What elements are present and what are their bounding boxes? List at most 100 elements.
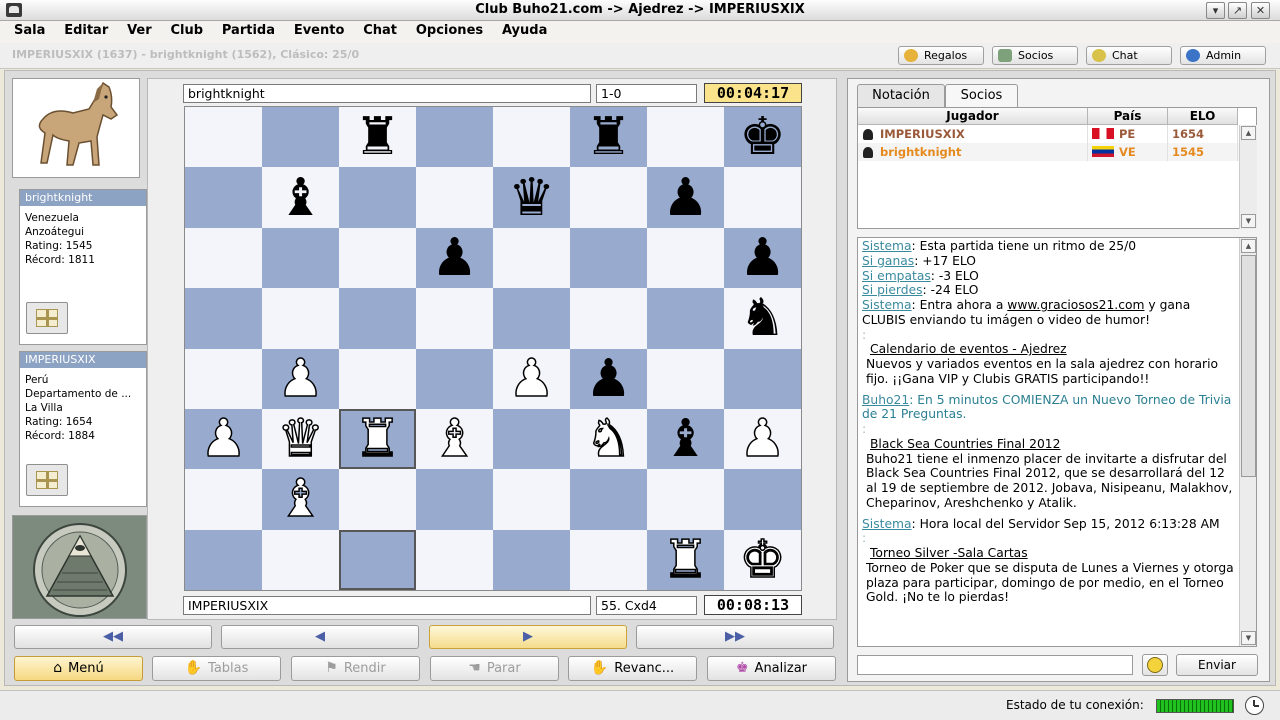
black-rook-icon[interactable]: ♜	[585, 111, 632, 163]
send-button[interactable]: Enviar	[1176, 654, 1258, 676]
board-square[interactable]	[185, 227, 262, 289]
first-move-button[interactable]: ◀◀	[14, 625, 212, 649]
board-square[interactable]	[724, 167, 801, 228]
board-square[interactable]	[647, 107, 724, 168]
board-square[interactable]	[262, 107, 339, 168]
graciosos-link[interactable]: www.graciosos21.com	[1007, 298, 1144, 312]
board-square[interactable]: ♜	[570, 107, 647, 168]
board-square[interactable]: ♝	[262, 469, 339, 530]
board-square[interactable]	[570, 167, 647, 228]
scroll-down-arrow[interactable]: ▼	[1241, 631, 1256, 645]
board-square[interactable]	[339, 469, 416, 530]
analyze-button[interactable]: ♚ Analizar	[707, 656, 836, 681]
white-bishop-icon[interactable]: ♝	[430, 412, 478, 466]
board-square[interactable]	[416, 107, 493, 168]
scroll-thumb[interactable]	[1241, 255, 1256, 477]
regalos-button[interactable]: Regalos	[898, 46, 984, 65]
board-square[interactable]: ♜	[339, 107, 416, 168]
black-pawn-icon[interactable]: ♟	[739, 232, 786, 284]
black-rook-icon[interactable]: ♜	[354, 111, 401, 163]
board-square[interactable]: ♟	[724, 408, 801, 470]
white-pawn-icon[interactable]: ♟	[199, 412, 247, 466]
board-square[interactable]: ♚	[724, 107, 801, 168]
board-square[interactable]	[570, 227, 647, 289]
black-queen-icon[interactable]: ♛	[508, 172, 555, 224]
board-square[interactable]	[493, 107, 570, 168]
black-king-icon[interactable]: ♚	[739, 111, 786, 163]
menu-club[interactable]: Club	[163, 21, 210, 38]
board-square[interactable]	[339, 227, 416, 289]
board-square[interactable]	[185, 288, 262, 349]
maximize-button[interactable]: ↗	[1228, 2, 1247, 19]
tab-socios[interactable]: Socios	[945, 84, 1018, 109]
board-square[interactable]	[493, 529, 570, 590]
board-square[interactable]: ♟	[185, 408, 262, 470]
emoticon-button[interactable]	[1142, 654, 1168, 676]
close-button[interactable]: ✕	[1251, 2, 1270, 19]
black-pawn-icon[interactable]: ♟	[585, 353, 632, 405]
board-square[interactable]	[416, 348, 493, 409]
black-bishop-icon[interactable]: ♝	[662, 413, 709, 465]
menu-evento[interactable]: Evento	[287, 21, 352, 38]
white-queen-icon[interactable]: ♛	[276, 412, 324, 466]
board-square[interactable]: ♜	[647, 529, 724, 590]
menu-opciones[interactable]: Opciones	[409, 21, 490, 38]
board-square[interactable]: ♟	[493, 348, 570, 409]
board-square[interactable]	[339, 529, 416, 590]
board-square[interactable]	[185, 107, 262, 168]
board-square[interactable]	[262, 288, 339, 349]
board-square[interactable]: ♟	[570, 348, 647, 409]
table-row[interactable]: IMPERIUSXIX PE 1654	[858, 125, 1239, 143]
white-pawn-icon[interactable]: ♟	[276, 352, 324, 406]
scroll-up-arrow[interactable]: ▲	[1241, 239, 1256, 253]
white-pawn-icon[interactable]: ♟	[738, 412, 786, 466]
socios-button[interactable]: Socios	[992, 46, 1078, 65]
board-square[interactable]	[647, 469, 724, 530]
scroll-up-arrow[interactable]: ▲	[1241, 126, 1256, 140]
board-square[interactable]	[724, 348, 801, 409]
board-square[interactable]	[339, 167, 416, 228]
board-square[interactable]: ♟	[416, 227, 493, 289]
player-gift-button[interactable]	[26, 464, 68, 496]
board-square[interactable]: ♝	[416, 408, 493, 470]
opponent-gift-button[interactable]	[26, 302, 68, 334]
black-knight-icon[interactable]: ♞	[739, 292, 786, 344]
board-square[interactable]	[416, 288, 493, 349]
resign-button[interactable]: ⚑ Rendir	[291, 656, 420, 681]
last-move-button[interactable]: ▶▶	[636, 625, 834, 649]
admin-button[interactable]: Admin	[1180, 46, 1266, 65]
board-square[interactable]	[724, 469, 801, 530]
white-rook-icon[interactable]: ♜	[353, 412, 401, 466]
board-square[interactable]	[416, 469, 493, 530]
draw-button[interactable]: ✋ Tablas	[152, 656, 281, 681]
stop-button[interactable]: ☚ Parar	[430, 656, 559, 681]
menu-button[interactable]: ⌂ Menú	[14, 656, 143, 681]
board-square[interactable]: ♜	[339, 408, 416, 470]
board-square[interactable]	[570, 529, 647, 590]
col-jugador[interactable]: Jugador	[858, 108, 1088, 125]
board-square[interactable]	[262, 227, 339, 289]
rematch-button[interactable]: ✋ Revanc...	[568, 656, 697, 681]
white-bishop-icon[interactable]: ♝	[276, 473, 324, 527]
prev-move-button[interactable]: ◀	[221, 625, 419, 649]
board-square[interactable]: ♛	[262, 408, 339, 470]
board-square[interactable]	[570, 288, 647, 349]
board-square[interactable]	[416, 529, 493, 590]
board-square[interactable]: ♝	[647, 408, 724, 470]
minimize-button[interactable]: ▾	[1206, 2, 1225, 19]
board-square[interactable]	[493, 227, 570, 289]
board-square[interactable]	[262, 529, 339, 590]
col-elo[interactable]: ELO	[1168, 108, 1238, 125]
menu-sala[interactable]: Sala	[7, 21, 52, 38]
black-pawn-icon[interactable]: ♟	[662, 172, 709, 224]
chat-input[interactable]	[857, 655, 1133, 675]
chat-log[interactable]: Sistema: Esta partida tiene un ritmo de …	[857, 237, 1257, 647]
board-square[interactable]: ♚	[724, 529, 801, 590]
table-row[interactable]: brightknight VE 1545	[858, 143, 1239, 161]
menu-ver[interactable]: Ver	[120, 21, 159, 38]
chess-board[interactable]: ♜ ♜ ♚ ♝ ♛ ♟ ♟ ♟ ♞ ♟ ♟ ♟ ♟ ♛ ♜ ♝ ♞ ♝ ♟ ♝ ♜ ♚	[184, 106, 802, 591]
tab-notacion[interactable]: Notación	[857, 84, 945, 108]
board-square[interactable]: ♟	[262, 348, 339, 409]
menu-editar[interactable]: Editar	[57, 21, 115, 38]
board-square[interactable]: ♟	[724, 227, 801, 289]
